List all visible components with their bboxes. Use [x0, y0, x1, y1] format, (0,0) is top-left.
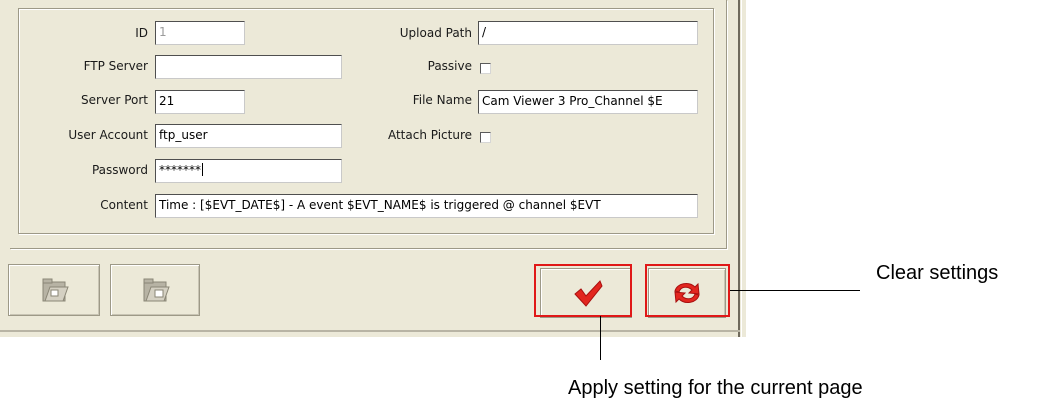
user-account-field[interactable]: ftp_user — [155, 124, 342, 148]
content-label: Content — [100, 198, 148, 212]
clear-highlight-frame — [645, 264, 730, 317]
password-label: Password — [91, 163, 148, 177]
apply-settings-callout: Apply setting for the current page — [568, 377, 863, 399]
id-field[interactable]: 1 — [155, 21, 245, 45]
content-field[interactable]: Time : [$EVT_DATE$] - A event $EVT_NAME$… — [155, 194, 698, 218]
open-config-button[interactable] — [8, 264, 100, 316]
upload-path-field[interactable]: / — [478, 21, 698, 45]
apply-highlight-frame — [534, 264, 632, 317]
password-value: ******* — [159, 163, 201, 177]
password-field[interactable]: ******* — [155, 159, 342, 183]
server-port-field[interactable]: 21 — [155, 90, 245, 114]
window-border-highlight — [741, 0, 742, 337]
attach-picture-checkbox[interactable] — [480, 132, 491, 143]
user-account-label: User Account — [68, 128, 148, 142]
ftp-server-label: FTP Server — [83, 59, 148, 73]
id-label: ID — [135, 26, 148, 40]
window-bottom-border — [0, 330, 740, 332]
file-name-field[interactable]: Cam Viewer 3 Pro_Channel $E — [478, 90, 698, 114]
clear-settings-callout: Clear settings — [876, 262, 999, 284]
server-port-label: Server Port — [81, 93, 148, 107]
ftp-server-field[interactable] — [155, 55, 342, 79]
window-border — [738, 0, 740, 337]
passive-label: Passive — [427, 59, 472, 73]
attach-picture-label: Attach Picture — [387, 128, 472, 142]
passive-checkbox[interactable] — [480, 63, 491, 74]
upload-path-label: Upload Path — [399, 26, 472, 40]
folder-save-icon — [142, 277, 170, 307]
save-config-button[interactable] — [110, 264, 200, 316]
file-name-label: File Name — [412, 93, 472, 107]
folder-open-icon — [41, 277, 69, 307]
clear-callout-line — [730, 290, 860, 291]
text-cursor — [202, 163, 203, 176]
apply-callout-line — [600, 316, 601, 360]
